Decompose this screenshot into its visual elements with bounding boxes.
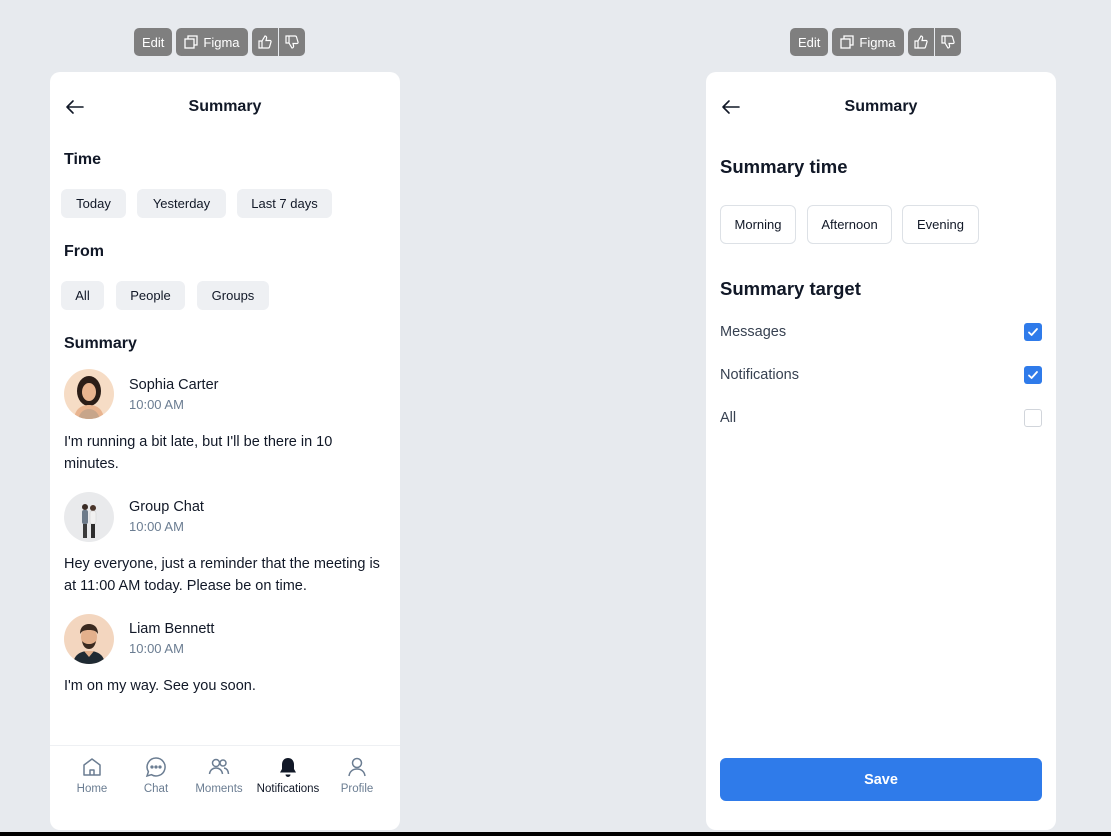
figma-label: Figma: [859, 34, 896, 50]
bottom-divider: [0, 832, 1111, 836]
thumbs-up-icon: [257, 35, 272, 49]
check-icon: [1028, 371, 1038, 379]
copy-icon: [840, 35, 855, 49]
nav-label: Chat: [143, 783, 169, 795]
nav-label: Home: [76, 783, 108, 795]
person-avatar-icon: [73, 624, 105, 664]
feedback-buttons: [907, 28, 961, 56]
notifications-checkbox[interactable]: [1024, 366, 1042, 384]
save-button[interactable]: Save: [720, 758, 1042, 801]
time-section-title: Time: [64, 151, 102, 168]
avatar: [64, 492, 114, 542]
option-afternoon[interactable]: Afternoon: [807, 205, 892, 244]
bell-icon: [280, 758, 296, 777]
page-title: Summary: [844, 98, 918, 115]
from-section-title: From: [64, 243, 104, 260]
target-row-all[interactable]: All: [720, 408, 1042, 428]
nav-label: Moments: [195, 783, 243, 795]
thumbs-up-icon: [913, 35, 928, 49]
target-label: Messages: [720, 324, 787, 340]
summary-target-title: Summary target: [720, 278, 861, 299]
summary-settings-screen: Summary Summary time Morning Afternoon E…: [706, 72, 1056, 830]
entry-name: Group Chat: [129, 499, 204, 515]
chip-last-7-days[interactable]: Last 7 days: [237, 189, 332, 218]
entry-time: 10:00 AM: [129, 519, 184, 534]
nav-item-notifications[interactable]: Notifications: [248, 756, 328, 795]
thumbs-down-icon: [940, 35, 955, 49]
nav-item-profile[interactable]: Profile: [317, 756, 397, 795]
edit-label: Edit: [798, 34, 821, 50]
header: Summary: [50, 72, 400, 142]
group-avatar-icon: [82, 504, 97, 538]
chip-groups[interactable]: Groups: [197, 281, 269, 310]
nav-label: Profile: [340, 783, 374, 795]
dislike-button[interactable]: [278, 28, 305, 56]
target-label: Notifications: [720, 367, 799, 383]
target-label: All: [720, 410, 737, 426]
option-morning[interactable]: Morning: [720, 205, 796, 244]
chip-people[interactable]: People: [116, 281, 185, 310]
messages-checkbox[interactable]: [1024, 323, 1042, 341]
target-row-notifications[interactable]: Notifications: [720, 365, 1042, 385]
summary-time-title: Summary time: [720, 156, 848, 177]
entry-name: Sophia Carter: [129, 377, 219, 393]
entry-name: Liam Bennett: [129, 621, 215, 637]
home-icon: [83, 758, 101, 776]
person-avatar-icon: [74, 376, 104, 419]
summary-section-title: Summary: [64, 335, 137, 352]
entry-message: Hey everyone, just a reminder that the m…: [64, 556, 380, 594]
nav-item-moments[interactable]: Moments: [179, 756, 259, 795]
avatar: [64, 614, 114, 664]
edit-button[interactable]: Edit: [134, 28, 173, 56]
option-evening[interactable]: Evening: [902, 205, 979, 244]
header: Summary: [706, 72, 1056, 142]
bottom-nav: Home Chat Moments Notifications Profile: [50, 745, 400, 830]
like-button[interactable]: [907, 28, 934, 56]
profile-icon: [348, 757, 366, 777]
toolbar-right: Edit Figma: [790, 28, 961, 56]
toolbar-left: Edit Figma: [134, 28, 305, 56]
entry-message: I'm on my way. See you soon.: [64, 678, 256, 694]
page-title: Summary: [188, 98, 262, 115]
entry-time: 10:00 AM: [129, 397, 184, 412]
summary-screen: Summary Time Today Yesterday Last 7 days…: [50, 72, 400, 830]
all-checkbox[interactable]: [1024, 409, 1042, 427]
chip-today[interactable]: Today: [61, 189, 126, 218]
figma-button[interactable]: Figma: [176, 28, 248, 56]
target-row-messages[interactable]: Messages: [720, 322, 1042, 342]
dislike-button[interactable]: [934, 28, 961, 56]
figma-label: Figma: [203, 34, 240, 50]
nav-label: Notifications: [256, 783, 320, 795]
copy-icon: [184, 35, 199, 49]
avatar: [64, 369, 114, 419]
figma-button[interactable]: Figma: [832, 28, 904, 56]
feedback-buttons: [251, 28, 305, 56]
like-button[interactable]: [251, 28, 278, 56]
chat-icon: [145, 757, 166, 778]
edit-button[interactable]: Edit: [790, 28, 829, 56]
chip-all[interactable]: All: [61, 281, 104, 310]
chip-yesterday[interactable]: Yesterday: [137, 189, 226, 218]
check-icon: [1028, 328, 1038, 336]
thumbs-down-icon: [284, 35, 299, 49]
entry-time: 10:00 AM: [129, 641, 184, 656]
entry-message: I'm running a bit late, but I'll be ther…: [64, 434, 333, 472]
moments-icon: [208, 758, 230, 775]
edit-label: Edit: [142, 34, 165, 50]
